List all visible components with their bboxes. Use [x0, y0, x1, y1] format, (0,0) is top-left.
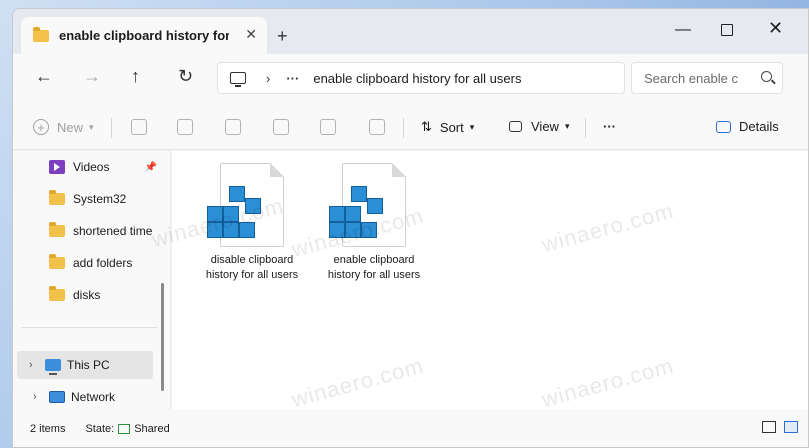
file-name: enable clipboard history for all users [327, 254, 421, 281]
minimize-button[interactable]: — [675, 21, 691, 39]
title-bar: enable clipboard history for al ✕ + — ✕ [13, 9, 808, 54]
toolbar-separator [111, 118, 112, 138]
refresh-button[interactable]: ↻ [178, 66, 193, 87]
details-view-icon[interactable] [762, 421, 776, 433]
view-switcher [762, 421, 798, 433]
rename-button[interactable] [273, 119, 289, 135]
address-bar[interactable]: › ··· enable clipboard history for all u… [217, 62, 625, 94]
file-name: disable clipboard history for all users [205, 254, 299, 281]
file-explorer-window: enable clipboard history for al ✕ + — ✕ … [12, 8, 809, 448]
sidebar-item-label: disks [73, 288, 101, 302]
monitor-icon [230, 72, 246, 87]
file-item[interactable]: enable clipboard history for all users [322, 163, 426, 283]
trash-icon [369, 119, 385, 135]
computer-icon [45, 359, 61, 375]
copy-icon [177, 119, 193, 135]
plus-icon: + [33, 119, 49, 135]
sidebar-divider [21, 327, 157, 328]
view-icon [509, 121, 522, 132]
sort-label: Sort [439, 119, 464, 135]
share-button[interactable] [320, 119, 336, 135]
large-icons-view-icon[interactable] [784, 421, 798, 433]
more-options-button[interactable]: ··· [603, 119, 616, 134]
videos-icon [49, 160, 65, 174]
navigation-row: ← → ↑ ↻ › ··· enable clipboard history f… [13, 54, 808, 106]
shared-icon [118, 424, 131, 434]
sort-button[interactable]: ⇅ Sort ▾ [421, 119, 474, 135]
sidebar-item-shortened-time[interactable]: shortened time [21, 217, 161, 245]
sidebar-item-label: System32 [73, 192, 127, 206]
paste-button[interactable] [225, 119, 241, 135]
details-label: Details [739, 119, 779, 134]
ellipsis-button[interactable]: ··· [286, 71, 299, 86]
sidebar-item-videos[interactable]: Videos 📌 [21, 153, 161, 181]
toolbar-separator [585, 118, 586, 138]
chevron-right-icon[interactable]: › [266, 71, 270, 86]
sort-icon: ⇅ [421, 119, 432, 134]
chevron-down-icon: ▾ [89, 121, 94, 132]
search-box[interactable]: Search enable c [631, 62, 783, 94]
sidebar-item-label: Videos [73, 160, 110, 174]
state-value: Shared [134, 423, 170, 435]
expand-chevron-icon[interactable]: › [29, 359, 33, 371]
sidebar-item-disks[interactable]: disks [21, 281, 161, 309]
details-button[interactable]: Details [716, 119, 779, 134]
copy-button[interactable] [177, 119, 193, 135]
pin-icon: 📌 [144, 161, 157, 173]
folder-icon [49, 286, 65, 301]
close-tab-button[interactable]: ✕ [245, 26, 257, 43]
registry-file-icon [329, 163, 406, 247]
sidebar-item-this-pc[interactable]: › This PC [17, 351, 153, 379]
navigation-pane: Videos 📌 System32 shortened time add fol… [13, 151, 171, 409]
command-bar: + New ▾ ⇅ Sort ▾ View ▾ ··· Details [13, 106, 808, 150]
status-bar: 2 items State: Shared [13, 409, 808, 447]
sidebar-item-network[interactable]: › Network [21, 383, 161, 411]
toolbar-separator [403, 118, 404, 138]
registry-file-icon [207, 163, 284, 247]
up-button[interactable]: ↑ [131, 66, 140, 87]
view-label: View [531, 119, 559, 134]
delete-button[interactable] [369, 119, 385, 135]
item-count: 2 items [30, 423, 66, 435]
rename-icon [273, 119, 289, 135]
maximize-button[interactable] [721, 24, 733, 36]
sidebar-item-add-folders[interactable]: add folders [21, 249, 161, 277]
folder-icon [49, 254, 65, 269]
chevron-down-icon: ▾ [469, 121, 475, 132]
sidebar-item-system32[interactable]: System32 [21, 185, 161, 213]
paste-icon [225, 119, 241, 135]
search-placeholder: Search enable c [644, 70, 738, 86]
breadcrumb-current[interactable]: enable clipboard history for all users [313, 71, 521, 86]
close-window-button[interactable]: ✕ [768, 18, 783, 39]
scrollbar[interactable] [161, 283, 164, 391]
state-label: State: [85, 423, 115, 435]
file-list: disable clipboard history for all users … [172, 151, 808, 409]
forward-button[interactable]: → [83, 66, 101, 87]
new-label: New [57, 119, 84, 135]
folder-icon [49, 222, 65, 237]
expand-chevron-icon[interactable]: › [33, 391, 37, 403]
folder-icon [49, 190, 65, 205]
share-state: State: Shared [85, 423, 169, 435]
sidebar-item-label: add folders [73, 256, 133, 270]
sidebar-item-label: shortened time [73, 224, 153, 238]
cut-icon [131, 119, 147, 135]
back-button[interactable]: ← [35, 66, 53, 87]
chevron-down-icon: ▾ [564, 121, 570, 131]
new-button[interactable]: + New ▾ [33, 119, 94, 135]
folder-icon [33, 26, 49, 42]
new-tab-button[interactable]: + [277, 26, 288, 47]
sidebar-item-label: This PC [67, 358, 110, 372]
view-button[interactable]: View ▾ [509, 119, 569, 134]
sidebar-item-label: Network [71, 390, 116, 404]
cut-button[interactable] [131, 119, 147, 135]
search-icon [761, 71, 772, 82]
share-icon [320, 119, 336, 135]
tab-title: enable clipboard history for al [59, 28, 229, 43]
tab-active[interactable]: enable clipboard history for al ✕ [21, 17, 267, 54]
file-item[interactable]: disable clipboard history for all users [200, 163, 304, 283]
details-pane-icon [716, 120, 731, 133]
network-icon [49, 391, 65, 403]
